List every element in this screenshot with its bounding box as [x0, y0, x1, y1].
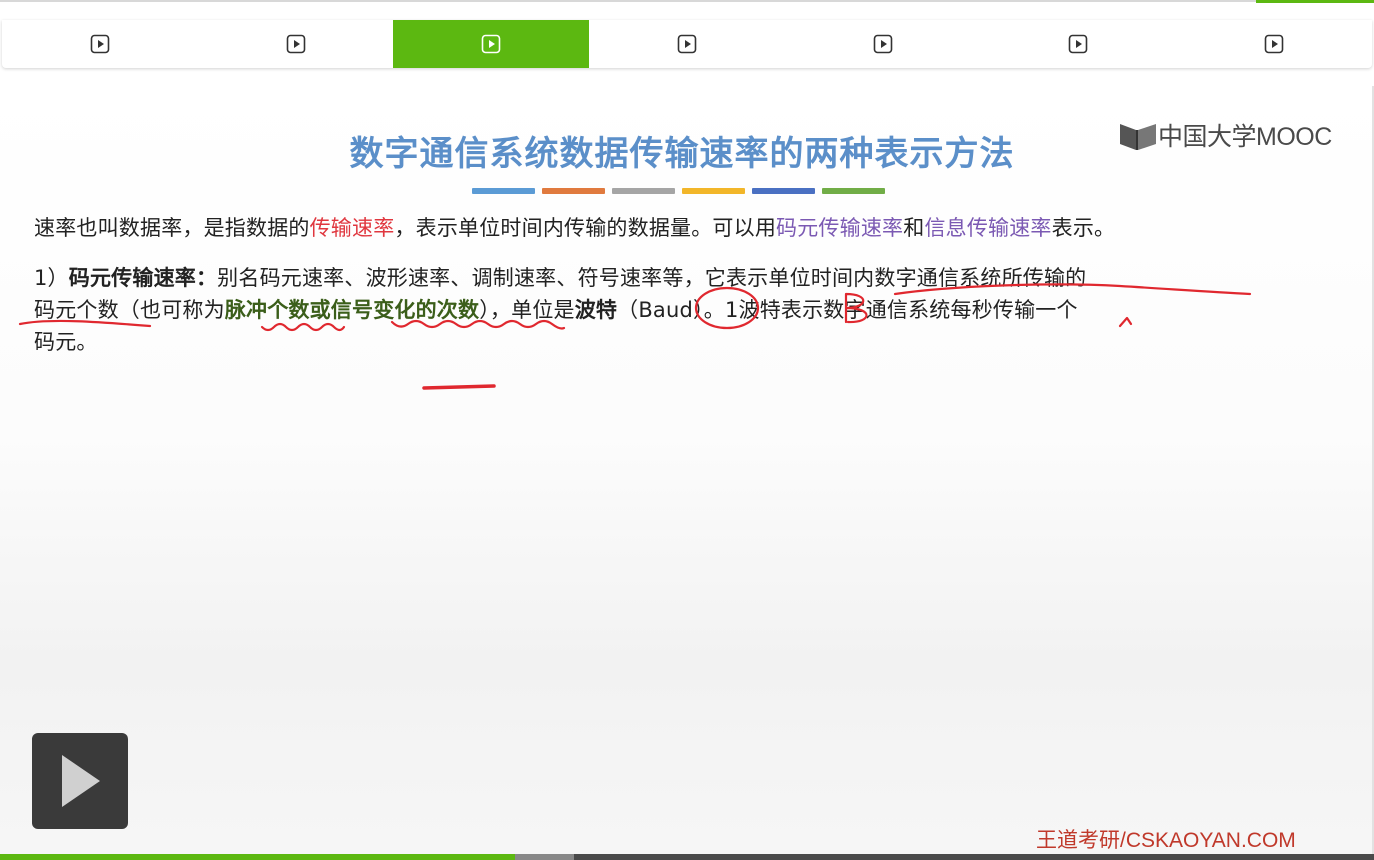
open-book-icon — [1120, 124, 1156, 150]
video-segment-tabs — [2, 20, 1372, 68]
segment-tab-6[interactable] — [981, 20, 1177, 68]
segment-tab-5[interactable] — [785, 20, 981, 68]
slide-paragraph-2-line-2: 码元个数（也可称为脉冲个数或信号变化的次数），单位是波特（Baud）。1波特表示… — [34, 294, 1078, 324]
para2-prefix: 1） — [34, 266, 69, 290]
para2-colon: ： — [195, 266, 218, 290]
play-icon — [286, 34, 305, 54]
big-play-button[interactable] — [32, 733, 128, 829]
play-icon — [873, 34, 893, 54]
para1-highlight-info-rate: 信息传输速率 — [924, 216, 1052, 240]
para1-text-e: 和 — [903, 216, 925, 240]
slide-paragraph-1: 速率也叫数据率，是指数据的传输速率，表示单位时间内传输的数据量。可以用码元传输速… — [34, 212, 1115, 242]
video-slide[interactable]: 数字通信系统数据传输速率的两种表示方法 中国大学MOOC 速率也叫数据率，是指数… — [0, 86, 1374, 854]
para2-line2-e: （Baud） — [617, 298, 704, 322]
para2-line1-rest: 别名码元速率、波形速率、调制速率、符号速率等，它表示单位时间内数字通信系统所传输… — [217, 266, 1087, 290]
title-accent-bars — [472, 188, 885, 194]
para1-text-a: 速率也叫数据率，是指数据的 — [34, 216, 310, 240]
para2-line2-c: ），单位是 — [479, 298, 575, 322]
para1-highlight-transfer-rate: 传输速率 — [309, 216, 395, 240]
segment-tab-1[interactable] — [2, 20, 198, 68]
play-icon — [481, 34, 501, 54]
para2-highlight-pulse-count: 脉冲个数或信号变化的次数 — [224, 298, 480, 322]
accent-bar — [682, 188, 745, 194]
progress-played — [0, 854, 516, 860]
tick-mark — [1118, 316, 1133, 328]
para1-text-c: ，表示单位时间内传输的数据量。可以用 — [394, 216, 777, 240]
watermark: 王道考研/CSKAOYAN.COM — [1036, 829, 1296, 852]
mooc-logo: 中国大学MOOC — [1118, 118, 1332, 152]
para1-text-g: 表示。 — [1051, 216, 1116, 240]
accent-bar — [752, 188, 815, 194]
accent-bar — [822, 188, 885, 194]
handwritten-annotations — [18, 283, 1252, 390]
video-progress-bar[interactable] — [0, 854, 1374, 860]
top-accent — [1256, 0, 1374, 3]
segment-tab-7[interactable] — [1176, 20, 1372, 68]
accent-bar — [542, 188, 605, 194]
accent-bar — [612, 188, 675, 194]
progress-buffered — [515, 854, 575, 860]
accent-bar — [472, 188, 535, 194]
play-icon — [1069, 34, 1088, 54]
para1-highlight-symbol-rate: 码元传输速率 — [776, 216, 904, 240]
play-icon — [62, 755, 100, 807]
para2-line2-f: 。1波特表示数字通信系统每秒传输一个 — [703, 298, 1078, 322]
para2-line2-a: 码元个数（也可称为 — [34, 298, 225, 322]
para2-unit-baud: 波特 — [574, 298, 618, 322]
segment-tab-4[interactable] — [589, 20, 785, 68]
slide-paragraph-2-line-3: 码元。 — [34, 326, 98, 356]
logo-text: 中国大学MOOC — [1158, 123, 1332, 151]
play-icon — [1264, 34, 1284, 54]
play-icon — [677, 34, 697, 54]
dash-mark — [422, 384, 496, 390]
para2-term: 码元传输速率 — [68, 266, 196, 290]
play-icon — [90, 34, 110, 54]
wavy-underline — [260, 322, 346, 332]
top-border — [0, 0, 1374, 2]
segment-tab-3-active[interactable] — [393, 20, 590, 68]
segment-tab-2[interactable] — [198, 20, 394, 68]
slide-paragraph-2-line-1: 1）码元传输速率：别名码元速率、波形速率、调制速率、符号速率等，它表示单位时间内… — [34, 262, 1086, 292]
para2-line3: 码元。 — [34, 330, 98, 354]
